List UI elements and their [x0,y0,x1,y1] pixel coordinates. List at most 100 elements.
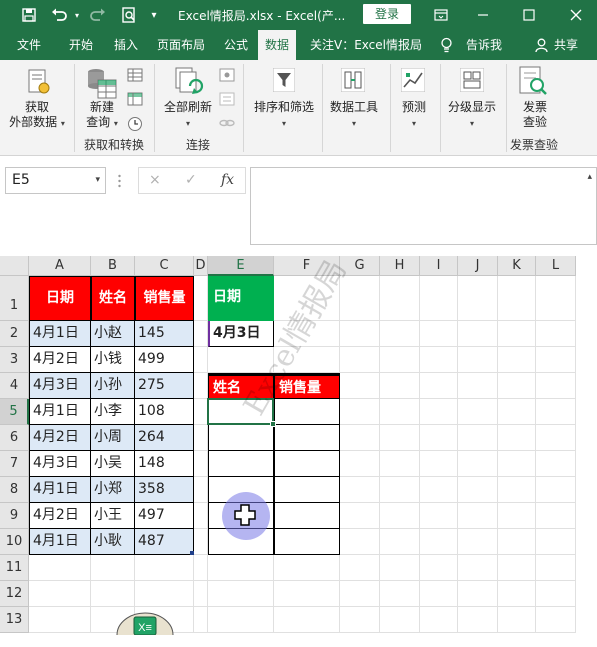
tab-follow[interactable]: 关注V：Excel情报局 [310,30,422,60]
table-cell[interactable]: 108 [135,399,194,425]
edit-links-icon[interactable] [219,116,235,133]
row-header-2[interactable]: 2 [0,321,29,347]
show-queries-icon[interactable] [127,68,143,85]
enter-icon[interactable]: ✓ [185,172,197,188]
column-header-I[interactable]: I [420,256,458,276]
fill-handle-icon[interactable] [190,551,194,555]
sort-filter-button[interactable]: 排序和筛选 ▾ [250,100,318,131]
table-cell[interactable]: 275 [135,373,194,399]
table-cell[interactable]: 小郑 [91,477,135,503]
collapse-formula-bar-icon[interactable]: ▴ [587,172,592,182]
output-cell[interactable] [274,529,340,555]
name-box[interactable]: E5 ▾ [5,167,106,194]
output-cell[interactable] [274,399,340,425]
recent-sources-icon[interactable] [127,116,143,135]
table-cell[interactable]: 小周 [91,425,135,451]
table-cell[interactable]: 4月2日 [29,425,91,451]
name-box-dropdown-icon[interactable]: ▾ [95,168,100,193]
get-external-data-button[interactable]: 获取 外部数据 ▾ [6,100,68,131]
refresh-all-button[interactable]: 全部刷新 ▾ [160,100,216,131]
table-cell[interactable]: 4月1日 [29,399,91,425]
row-header-9[interactable]: 9 [0,503,29,529]
tab-data[interactable]: 数据 [258,30,297,60]
output-cell[interactable] [274,503,340,529]
select-all-corner[interactable] [0,256,29,276]
table-cell[interactable]: 4月2日 [29,503,91,529]
ribbon-display-icon[interactable] [430,0,452,30]
table-cell[interactable]: 264 [135,425,194,451]
table-header-cell[interactable]: 日期 [29,276,91,321]
row-header-8[interactable]: 8 [0,477,29,503]
undo-icon[interactable] [48,0,70,30]
criteria-header-cell[interactable]: 日期 [208,276,274,321]
table-cell[interactable]: 145 [135,321,194,347]
table-cell[interactable]: 4月1日 [29,529,91,555]
row-header-7[interactable]: 7 [0,451,29,477]
column-header-L[interactable]: L [536,256,576,276]
table-header-cell[interactable]: 姓名 [91,276,135,321]
from-table-icon[interactable] [127,92,143,109]
tab-page-layout[interactable]: 页面布局 [157,30,205,60]
save-icon[interactable] [18,0,40,30]
insert-function-icon[interactable]: fx [221,172,234,188]
row-header-12[interactable]: 12 [0,581,29,607]
row-header-10[interactable]: 10 [0,529,29,555]
cancel-icon[interactable]: × [149,172,161,188]
login-button[interactable]: 登录 [363,4,411,24]
row-header-4[interactable]: 4 [0,373,29,399]
table-cell[interactable]: 4月2日 [29,347,91,373]
output-cell[interactable] [208,451,274,477]
output-cell[interactable] [274,451,340,477]
table-cell[interactable]: 小李 [91,399,135,425]
column-header-B[interactable]: B [91,256,135,276]
table-cell[interactable]: 497 [135,503,194,529]
customize-toolbar-icon[interactable]: ▾ [146,0,162,30]
tab-tell-me[interactable]: 告诉我 [466,30,502,60]
table-cell[interactable]: 小耿 [91,529,135,555]
column-header-C[interactable]: C [135,256,194,276]
lightbulb-icon[interactable] [440,30,458,60]
table-cell[interactable]: 4月1日 [29,477,91,503]
invoice-check-button[interactable]: 发票 查验 [510,100,560,130]
column-header-A[interactable]: A [29,256,91,276]
row-header-1[interactable]: 1 [0,276,29,321]
table-cell[interactable]: 4月1日 [29,321,91,347]
column-header-K[interactable]: K [498,256,536,276]
row-header-3[interactable]: 3 [0,347,29,373]
table-cell[interactable]: 4月3日 [29,373,91,399]
column-header-D[interactable]: D [194,256,208,276]
table-cell[interactable]: 499 [135,347,194,373]
row-header-13[interactable]: 13 [0,607,29,633]
close-icon[interactable] [565,0,587,30]
table-cell[interactable]: 4月3日 [29,451,91,477]
table-cell[interactable]: 小孙 [91,373,135,399]
print-preview-icon[interactable] [118,0,140,30]
selection-handle-icon[interactable] [270,421,276,427]
minimize-icon[interactable] [472,0,494,30]
tab-home[interactable]: 开始 [69,30,93,60]
output-cell[interactable] [208,425,274,451]
connections-icon[interactable] [219,68,235,85]
row-header-6[interactable]: 6 [0,425,29,451]
tab-share[interactable]: 共享 [554,30,578,60]
maximize-icon[interactable] [518,0,540,30]
table-cell[interactable]: 小钱 [91,347,135,373]
data-tools-button[interactable]: 数据工具 ▾ [326,100,382,131]
table-cell[interactable]: 小赵 [91,321,135,347]
column-header-E[interactable]: E [208,256,274,276]
user-icon[interactable] [535,30,551,60]
outline-button[interactable]: 分级显示 ▾ [446,100,498,131]
table-cell[interactable]: 148 [135,451,194,477]
column-header-H[interactable]: H [380,256,420,276]
output-cell[interactable] [274,477,340,503]
table-cell[interactable]: 487 [135,529,194,555]
row-header-5[interactable]: 5 [0,399,29,425]
new-query-button[interactable]: 新建 查询 ▾ [80,100,124,131]
formula-input[interactable]: ▴ [250,167,597,245]
redo-icon[interactable] [87,0,109,30]
table-cell[interactable]: 小王 [91,503,135,529]
tab-formulas[interactable]: 公式 [224,30,248,60]
tab-insert[interactable]: 插入 [114,30,138,60]
forecast-button[interactable]: 预测 ▾ [394,100,434,131]
output-cell[interactable] [274,425,340,451]
